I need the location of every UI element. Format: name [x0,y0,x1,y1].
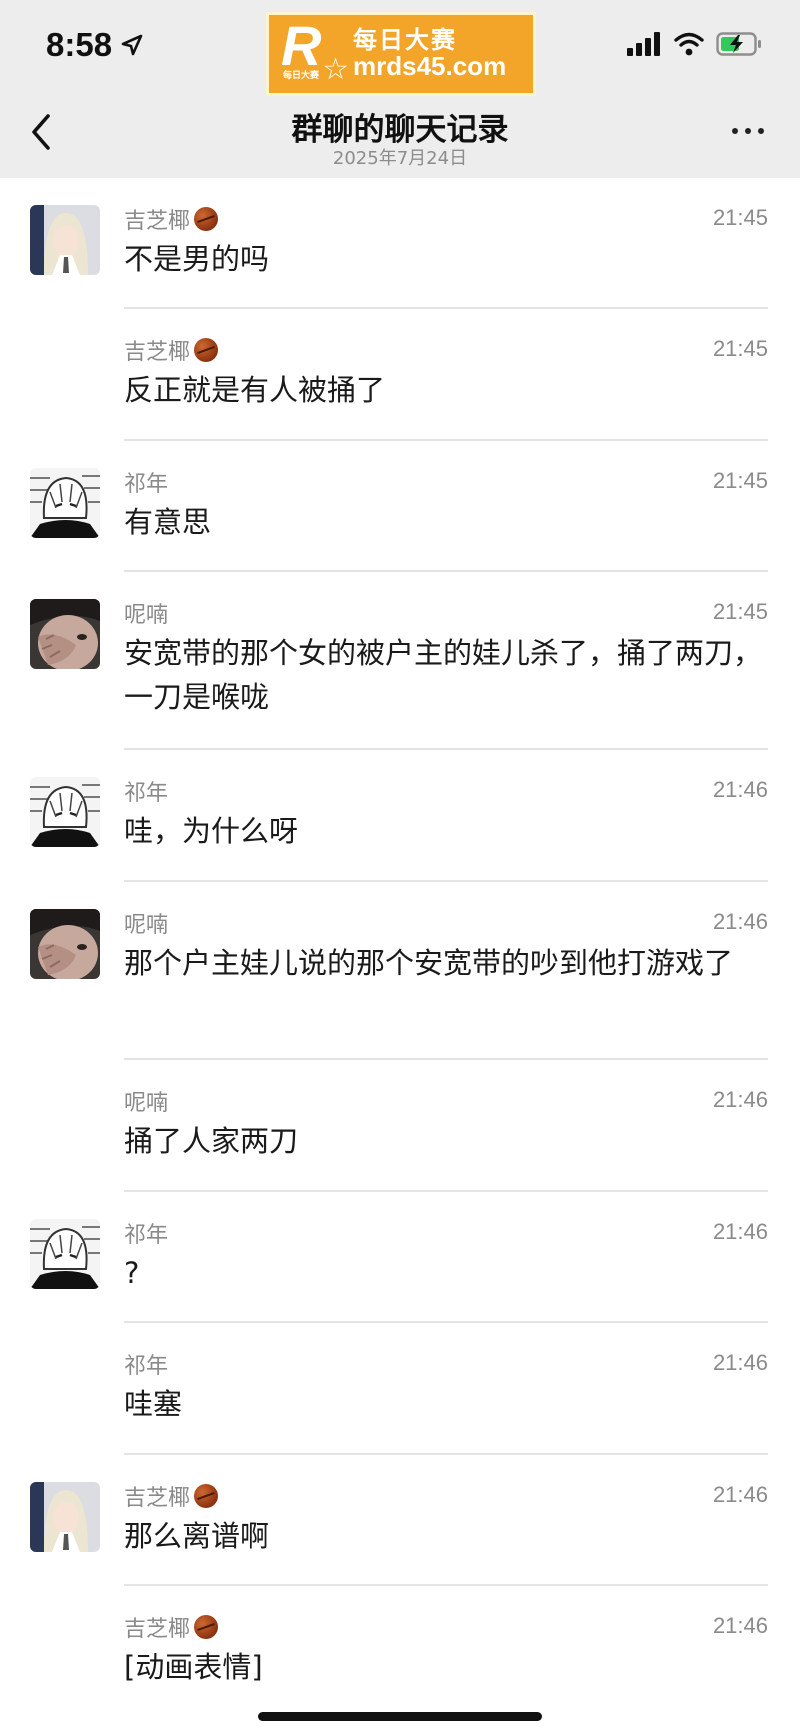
sender-name-text: 吉芝椰 [124,1486,191,1511]
avatar-nina[interactable] [30,909,100,979]
sender-name-text: 吉芝椰 [124,340,191,365]
message-text: 捅了人家两刀 [124,1124,299,1158]
message-item[interactable]: 呢喃 21:46 捅了人家两刀 [0,1060,800,1192]
watermark-banner: R 每日大赛 ☆ 每日大赛 mrds45.com [266,12,536,96]
sender-name-text: 祁年 [124,781,169,806]
sender-name-text: 吉芝椰 [124,1617,191,1642]
message-time: 21:46 [712,777,768,802]
status-time: 8:58 [46,26,144,64]
home-indicator[interactable] [258,1712,542,1721]
sender-name-text: 呢喃 [124,603,169,628]
message-text: 哇塞 [124,1387,183,1421]
location-arrow-icon [121,34,143,56]
message-time: 21:46 [712,1087,768,1112]
sender-name: 祁年 [124,1217,168,1249]
message-list: 吉芝椰 21:45 不是男的吗 吉芝椰 21:45 反正就是有人被捅了 祁年 2… [0,178,800,1706]
avatar-qinian[interactable] [30,1219,100,1289]
message-item[interactable]: 祁年 21:46 哇塞 [0,1323,800,1455]
message-text: 安宽带的那个女的被户主的娃儿杀了，捅了两刀，一刀是喉咙 [124,636,763,714]
sender-name: 呢喃 [124,597,168,629]
message-text: 那个户主娃儿说的那个安宽带的吵到他打游戏了 [124,946,734,980]
message-item[interactable]: 祁年 21:45 有意思 [0,441,800,572]
basketball-icon [194,207,219,231]
cellular-signal-icon [627,32,660,56]
message-item[interactable]: 祁年 21:46 哇，为什么呀 [0,750,800,882]
avatar-qinian[interactable] [30,777,100,847]
sender-name-text: 祁年 [124,1354,169,1379]
basketball-icon [194,1484,219,1508]
wifi-icon [674,32,704,56]
sender-name: 吉芝椰 [124,1480,219,1512]
message-item[interactable]: 祁年 21:46 ? [0,1192,800,1323]
avatar-jizhiye[interactable] [30,1482,100,1552]
message-text: 有意思 [124,505,212,539]
basketball-icon [194,1615,219,1639]
message-text: 那么离谱啊 [124,1519,270,1553]
status-time-text: 8:58 [46,26,113,63]
more-options-icon[interactable] [732,128,764,134]
message-time: 21:45 [712,205,768,230]
sender-name: 祁年 [124,466,168,498]
message-item[interactable]: 吉芝椰 21:45 不是男的吗 [0,178,800,309]
message-text: 哇，为什么呀 [124,814,299,848]
message-text: ? [124,1256,140,1290]
sender-name-text: 呢喃 [124,1091,169,1116]
message-text: 不是男的吗 [124,242,270,276]
sender-name-text: 吉芝椰 [124,209,191,234]
battery-charging-icon [716,32,761,56]
message-text: [动画表情] [124,1650,263,1684]
top-bar: 8:58 R 每日大赛 ☆ 每日大赛 mrds45.com 群聊的聊天记录 20… [0,0,800,178]
message-time: 21:46 [712,1482,768,1507]
message-time: 21:45 [712,599,768,624]
sender-name: 祁年 [124,775,168,807]
message-time: 21:46 [712,1613,768,1638]
star-icon: ☆ [322,52,349,87]
avatar-nina[interactable] [30,599,100,669]
watermark-logo: R 每日大赛 ☆ [279,14,349,89]
watermark-url: mrds45.com [353,50,507,81]
message-time: 21:46 [712,1219,768,1244]
sender-name: 吉芝椰 [124,1611,219,1643]
message-item[interactable]: 吉芝椰 21:45 反正就是有人被捅了 [0,309,800,441]
watermark-title: 每日大赛 [353,25,457,54]
sender-name-text: 祁年 [124,1223,169,1248]
sender-name-text: 呢喃 [124,913,169,938]
sender-name: 吉芝椰 [124,334,219,366]
message-text: 反正就是有人被捅了 [124,373,386,407]
status-indicators [626,32,762,56]
message-item[interactable]: 吉芝椰 21:46 [动画表情] [0,1586,800,1706]
message-time: 21:46 [712,909,768,934]
page-title: 群聊的聊天记录 [291,112,509,148]
message-time: 21:46 [712,1350,768,1375]
avatar-qinian[interactable] [30,468,100,538]
sender-name-text: 祁年 [124,472,169,497]
message-time: 21:45 [712,468,768,493]
sender-name: 呢喃 [124,1085,168,1117]
avatar-jizhiye[interactable] [30,205,100,275]
sender-name: 祁年 [124,1348,168,1380]
basketball-icon [194,338,219,362]
page-date: 2025年7月24日 [332,148,468,169]
message-item[interactable]: 呢喃 21:45 安宽带的那个女的被户主的娃儿杀了，捅了两刀，一刀是喉咙 [0,572,800,750]
message-time: 21:45 [712,336,768,361]
watermark-logo-small-text: 每日大赛 [283,71,320,81]
message-item[interactable]: 吉芝椰 21:46 那么离谱啊 [0,1455,800,1586]
sender-name: 吉芝椰 [124,203,219,235]
sender-name: 呢喃 [124,907,168,939]
message-item[interactable]: 呢喃 21:46 那个户主娃儿说的那个安宽带的吵到他打游戏了 [0,882,800,1060]
